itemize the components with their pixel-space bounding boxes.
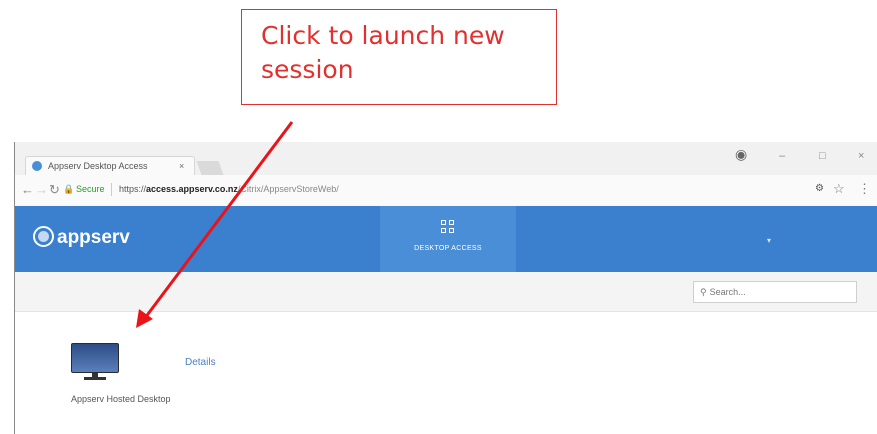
url-prefix: https:// xyxy=(119,184,147,194)
key-icon[interactable]: ⚙ xyxy=(815,183,824,194)
grid-icon xyxy=(441,220,455,234)
tab-close-icon[interactable]: × xyxy=(179,157,184,176)
url-host: access.appserv.co.nz xyxy=(146,184,238,194)
tab-title: Appserv Desktop Access xyxy=(48,161,148,171)
user-menu[interactable]: ▾ xyxy=(767,236,771,245)
forward-icon[interactable]: → xyxy=(35,182,48,197)
address-bar: ← → ↻ 🔒 Secure https://access.appserv.co… xyxy=(15,175,877,207)
new-tab-button[interactable] xyxy=(196,161,224,175)
logo-icon xyxy=(33,226,54,247)
url-separator xyxy=(111,183,112,196)
search-placeholder: Search... xyxy=(709,287,746,297)
logo-text: appserv xyxy=(57,227,130,248)
browser-tab[interactable]: Appserv Desktop Access × xyxy=(25,156,195,175)
maximize-button[interactable]: □ xyxy=(819,150,826,162)
search-input[interactable]: ⚲ Search... xyxy=(693,281,857,303)
app-header: appserv DESKTOP ACCESS ▾ xyxy=(15,206,877,272)
reload-icon[interactable]: ↻ xyxy=(49,182,60,198)
details-link[interactable]: Details xyxy=(185,357,216,368)
url-path: /Citrix/AppservStoreWeb/ xyxy=(237,184,339,194)
menu-icon[interactable]: ⋮ xyxy=(858,181,871,197)
chevron-down-icon: ▾ xyxy=(767,236,772,245)
star-icon[interactable]: ☆ xyxy=(833,181,845,197)
toolbar: ⚲ Search... xyxy=(15,272,877,312)
callout-line-2: session xyxy=(261,55,354,84)
monitor-icon[interactable] xyxy=(71,343,119,381)
appserv-logo[interactable]: appserv xyxy=(33,226,130,249)
secure-label: Secure xyxy=(76,184,105,194)
lock-icon: 🔒 xyxy=(63,184,75,194)
close-window-button[interactable]: × xyxy=(858,150,864,162)
desktop-name[interactable]: Appserv Hosted Desktop xyxy=(71,394,171,404)
minimize-button[interactable]: – xyxy=(779,150,785,162)
profile-icon[interactable]: ◉ xyxy=(735,146,747,163)
url-text: https://access.appserv.co.nz/Citrix/Apps… xyxy=(119,180,339,199)
browser-window: Appserv Desktop Access × ◉ – □ × ← → ↻ 🔒… xyxy=(14,142,877,434)
back-icon[interactable]: ← xyxy=(21,182,34,197)
tab-bar: Appserv Desktop Access × ◉ – □ × xyxy=(15,142,877,175)
tab-desktop-access[interactable]: DESKTOP ACCESS xyxy=(380,206,516,272)
search-icon: ⚲ xyxy=(700,287,707,297)
favicon-icon xyxy=(32,161,42,171)
desktop-access-label: DESKTOP ACCESS xyxy=(414,245,482,252)
url-field[interactable]: 🔒 Secure https://access.appserv.co.nz/Ci… xyxy=(63,180,807,199)
instruction-callout: Click to launch new session xyxy=(241,9,557,105)
callout-line-1: Click to launch new xyxy=(261,21,505,50)
